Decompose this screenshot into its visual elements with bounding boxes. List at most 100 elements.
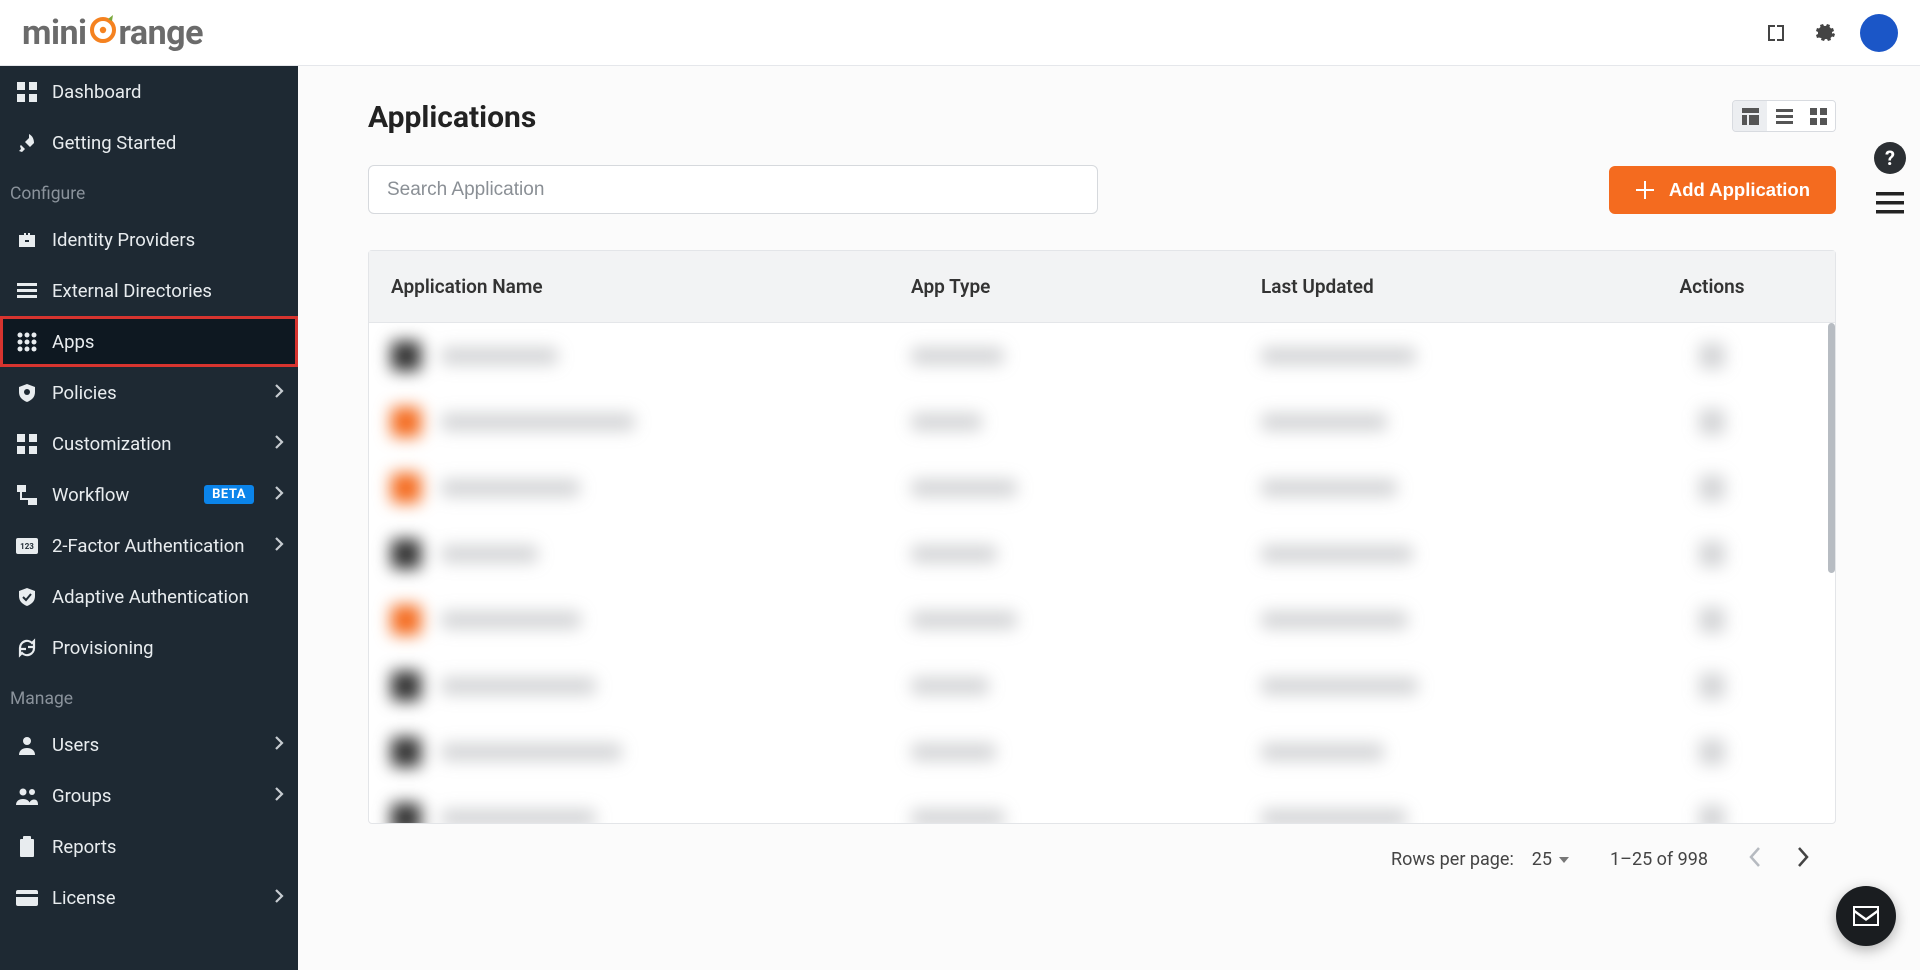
table-row[interactable] (369, 653, 1835, 719)
rows-per-page-label: Rows per page: (1391, 849, 1514, 870)
nav-label: Apps (52, 331, 284, 353)
brand-logo[interactable]: mini range (22, 13, 203, 53)
table-row[interactable] (369, 719, 1835, 785)
rows-per-page-value: 25 (1532, 849, 1552, 870)
chat-fab[interactable] (1836, 886, 1896, 946)
nav-label: Identity Providers (52, 229, 284, 251)
sidebar-item-license[interactable]: License (0, 872, 298, 923)
nav-label: Dashboard (52, 81, 284, 103)
col-actions: Actions (1611, 275, 1813, 298)
list-icon (16, 281, 38, 301)
table-row[interactable] (369, 323, 1835, 389)
target-o-icon (88, 14, 118, 44)
sidebar-section-label: Manage (0, 673, 298, 719)
table-row[interactable] (369, 521, 1835, 587)
panel-menu-button[interactable] (1876, 192, 1904, 218)
chevron-right-icon (1796, 846, 1810, 868)
svg-text:123: 123 (20, 542, 34, 551)
sidebar-item-dashboard[interactable]: Dashboard (0, 66, 298, 117)
clipboard-icon (16, 836, 38, 858)
top-actions (1764, 14, 1898, 52)
grid-icon (16, 82, 38, 102)
col-app-type[interactable]: App Type (911, 275, 1261, 298)
nav-label: Policies (52, 382, 260, 404)
workflow-icon (16, 485, 38, 505)
table-row[interactable] (369, 587, 1835, 653)
sync-icon (16, 638, 38, 658)
puzzle-icon (16, 434, 38, 454)
sidebar-item-provisioning[interactable]: Provisioning (0, 622, 298, 673)
avatar[interactable] (1860, 14, 1898, 52)
logo-orange-o (87, 13, 119, 53)
top-header: mini range (0, 0, 1920, 66)
nav-label: Adaptive Authentication (52, 586, 284, 608)
search-input[interactable] (368, 165, 1098, 214)
card-icon (16, 890, 38, 906)
logo-text-1: mini (22, 13, 87, 53)
beta-badge: BETA (204, 485, 254, 504)
briefcase-icon (16, 230, 38, 250)
nav-label: Provisioning (52, 637, 284, 659)
table-body (369, 323, 1835, 823)
sidebar-item-reports[interactable]: Reports (0, 821, 298, 872)
shield-search-icon (16, 383, 38, 403)
right-rail: ? (1874, 142, 1906, 218)
mail-icon (1851, 904, 1881, 928)
nav-label: 2-Factor Authentication (52, 535, 260, 557)
chevron-right-icon (274, 785, 284, 807)
nav-label: External Directories (52, 280, 284, 302)
apps-icon (16, 332, 38, 352)
pagination: Rows per page: 25 1–25 of 998 (368, 824, 1836, 881)
gear-icon[interactable] (1812, 21, 1836, 45)
sidebar: DashboardGetting StartedConfigureIdentit… (0, 66, 298, 970)
table-row[interactable] (369, 785, 1835, 823)
nav-label: Customization (52, 433, 260, 455)
caret-down-icon (1558, 854, 1570, 866)
help-button[interactable]: ? (1874, 142, 1906, 174)
table-row[interactable] (369, 455, 1835, 521)
docs-icon[interactable] (1764, 21, 1788, 45)
nav-label: Getting Started (52, 132, 284, 154)
shield-check-icon (16, 587, 38, 607)
prev-page-button[interactable] (1748, 846, 1762, 873)
nav-label: Workflow (52, 484, 190, 506)
nav-label: Users (52, 734, 260, 756)
sidebar-item-policies[interactable]: Policies (0, 367, 298, 418)
next-page-button[interactable] (1796, 846, 1810, 873)
add-application-label: Add Application (1669, 179, 1810, 201)
col-last-updated[interactable]: Last Updated (1261, 275, 1611, 298)
search-box (368, 165, 1098, 214)
chevron-right-icon (274, 484, 284, 506)
sidebar-item-workflow[interactable]: Workflow BETA (0, 469, 298, 520)
rows-per-page-select[interactable]: 25 (1532, 849, 1570, 870)
sidebar-item-2fa[interactable]: 123 2-Factor Authentication (0, 520, 298, 571)
view-list-button[interactable] (1767, 101, 1801, 131)
sidebar-item-getting-started[interactable]: Getting Started (0, 117, 298, 168)
chevron-right-icon (274, 535, 284, 557)
sidebar-item-apps[interactable]: Apps (0, 316, 298, 367)
main-content: Applications (298, 66, 1920, 970)
nav-label: License (52, 887, 260, 909)
sidebar-item-external-directories[interactable]: External Directories (0, 265, 298, 316)
page-title: Applications (368, 100, 536, 135)
logo-text-2: range (119, 13, 203, 53)
table-row[interactable] (369, 389, 1835, 455)
sidebar-item-users[interactable]: Users (0, 719, 298, 770)
col-application-name[interactable]: Application Name (391, 275, 911, 298)
sidebar-item-identity-providers[interactable]: Identity Providers (0, 214, 298, 265)
chevron-left-icon (1748, 846, 1762, 868)
user-icon (16, 735, 38, 755)
view-grid-button[interactable] (1801, 101, 1835, 131)
sidebar-item-groups[interactable]: Groups (0, 770, 298, 821)
chevron-right-icon (274, 887, 284, 909)
sidebar-item-adaptive-auth[interactable]: Adaptive Authentication (0, 571, 298, 622)
applications-table: Application Name App Type Last Updated A… (368, 250, 1836, 824)
view-table-button[interactable] (1733, 101, 1767, 131)
group-icon (16, 787, 38, 805)
sidebar-item-customization[interactable]: Customization (0, 418, 298, 469)
chevron-right-icon (274, 734, 284, 756)
nav-label: Groups (52, 785, 260, 807)
add-application-button[interactable]: Add Application (1609, 166, 1836, 214)
hamburger-icon (1876, 192, 1904, 214)
nav-label: Reports (52, 836, 284, 858)
